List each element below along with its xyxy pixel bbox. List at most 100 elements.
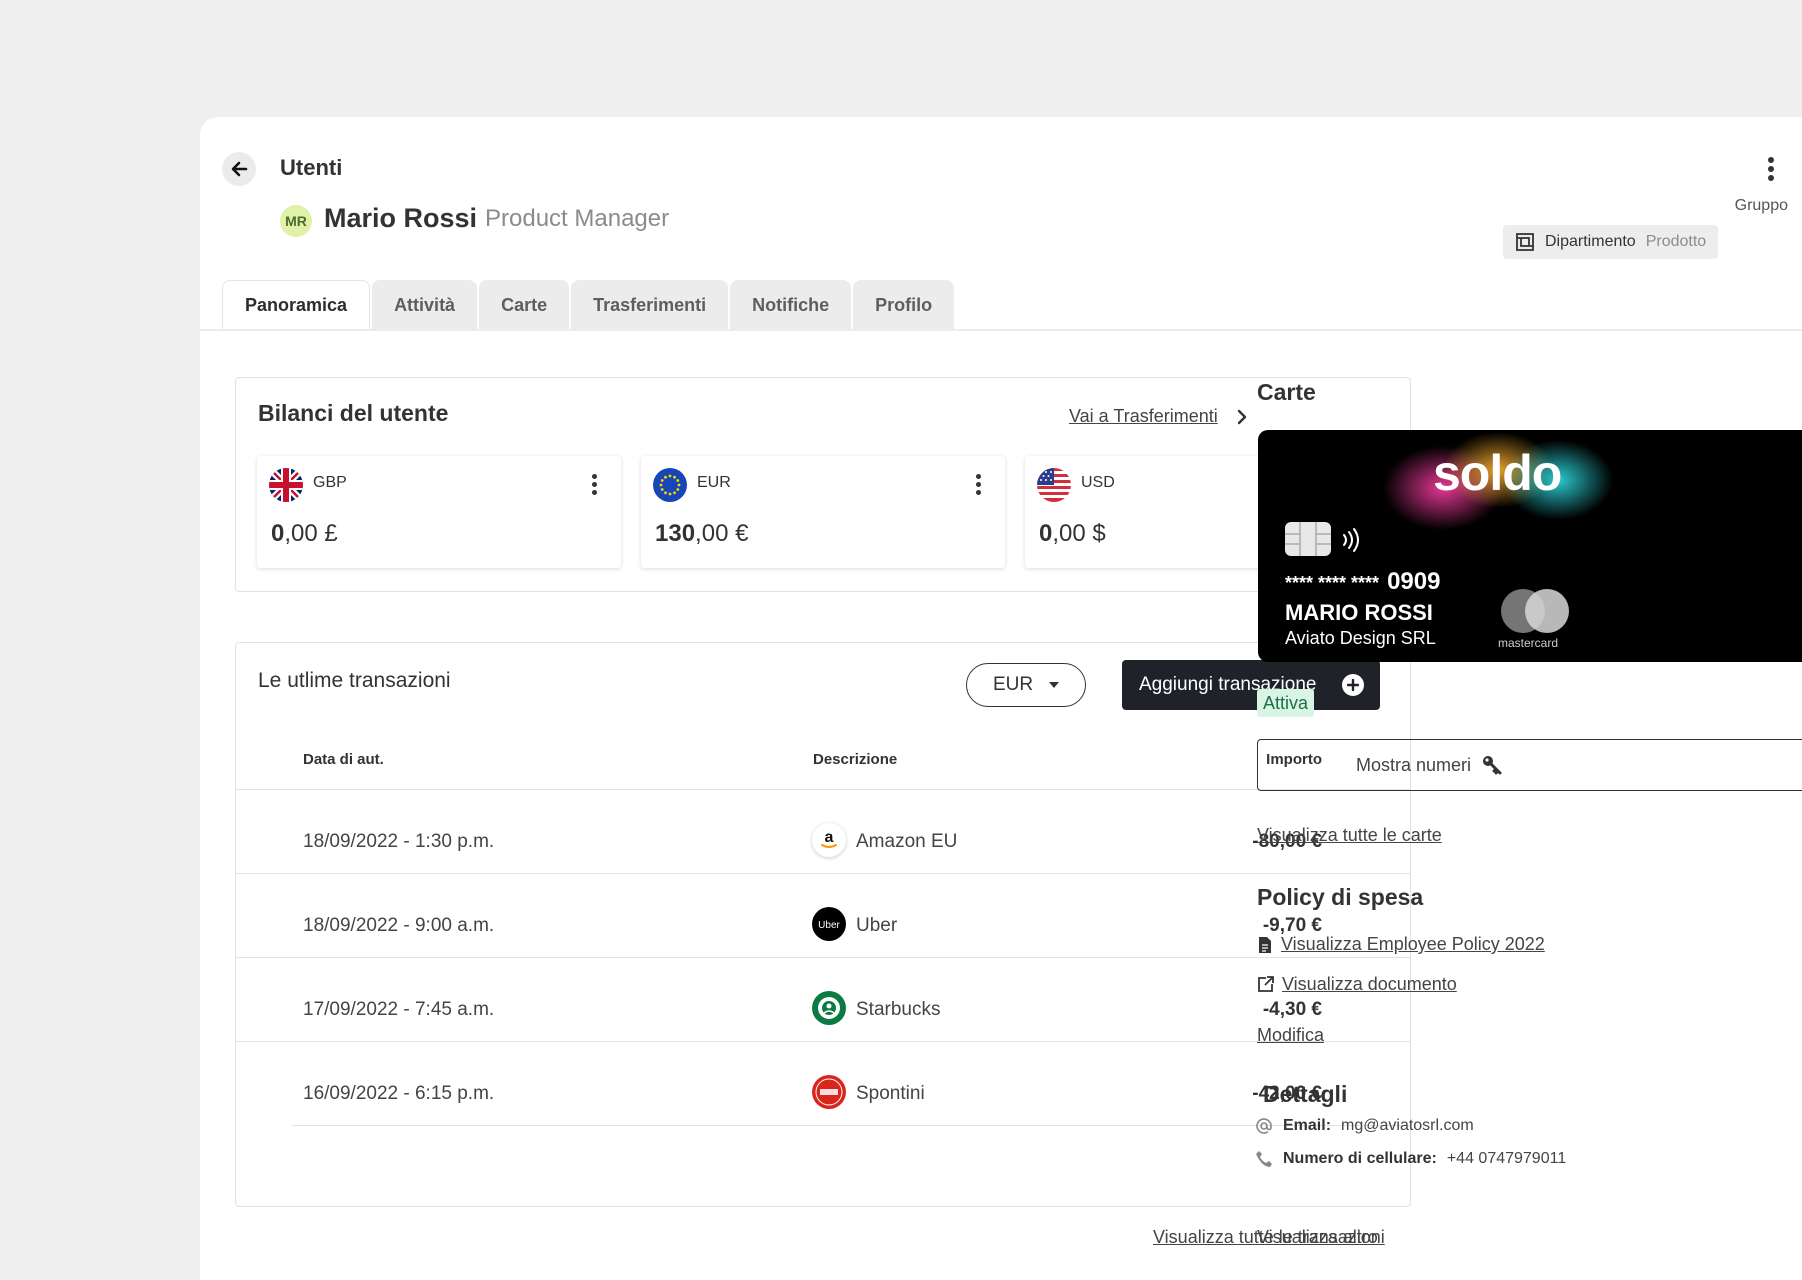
tab-bar: Panoramica Attività Carte Trasferimenti … xyxy=(222,280,955,330)
spontini-logo-icon xyxy=(812,1075,846,1109)
email-value[interactable]: mg@aviatosrl.com xyxy=(1341,1117,1474,1135)
tab-panoramica[interactable]: Panoramica xyxy=(222,280,371,330)
group-label: Gruppo xyxy=(1734,197,1788,214)
currency-code: USD xyxy=(1081,474,1115,491)
more-options-icon[interactable] xyxy=(1761,153,1781,185)
transaction-date: 18/09/2022 - 1:30 p.m. xyxy=(303,831,495,852)
svg-text:Uber: Uber xyxy=(818,920,840,931)
transaction-description: Spontini xyxy=(856,1083,925,1104)
card-number-masked: **** **** **** xyxy=(1285,573,1380,593)
balance-card-eur[interactable]: EUR 130,00 € xyxy=(641,456,1005,568)
mastercard-logo-icon xyxy=(1501,589,1569,633)
balance-amount-decimals: ,00 £ xyxy=(284,520,338,547)
breadcrumb[interactable]: Utenti xyxy=(280,155,342,181)
transaction-date: 17/09/2022 - 7:45 a.m. xyxy=(303,999,495,1020)
transaction-date: 16/09/2022 - 6:15 p.m. xyxy=(303,1083,495,1104)
card-number-last4: 0909 xyxy=(1387,568,1441,595)
show-numbers-button[interactable]: Mostra numeri xyxy=(1257,739,1802,791)
view-all-cards-link[interactable]: Visualizza tutte le carte xyxy=(1257,825,1442,846)
cards-title: Carte xyxy=(1257,379,1316,405)
balance-amount-whole: 0 xyxy=(271,520,285,547)
go-to-transfers-link[interactable]: Vai a Trasferimenti xyxy=(1069,406,1248,427)
avatar: MR xyxy=(280,205,312,237)
department-chip[interactable]: Dipartimento Prodotto xyxy=(1503,225,1719,259)
balance-amount-decimals: ,00 $ xyxy=(1052,520,1106,547)
row-divider xyxy=(236,1041,1410,1042)
more-options-icon[interactable] xyxy=(587,470,601,498)
transaction-description: Starbucks xyxy=(856,999,941,1020)
details-title: Dettagli xyxy=(1263,1081,1348,1107)
transactions-title: Le utlime transazioni xyxy=(258,669,451,692)
row-divider xyxy=(292,1125,1410,1126)
column-header-description[interactable]: Descrizione xyxy=(813,751,897,768)
us-flag-icon xyxy=(1037,468,1071,502)
tab-trasferimenti[interactable]: Trasferimenti xyxy=(571,280,729,330)
tab-carte[interactable]: Carte xyxy=(479,280,570,330)
caret-down-icon xyxy=(1049,682,1060,688)
arrow-left-icon xyxy=(231,161,248,177)
transaction-amount: -4,30 € xyxy=(1262,999,1322,1020)
transaction-description: Uber xyxy=(856,915,898,936)
employee-policy-label: Visualizza Employee Policy 2022 xyxy=(1281,934,1545,954)
balance-amount: 0,00 £ xyxy=(271,520,338,548)
column-header-date[interactable]: Data di aut. xyxy=(303,751,384,768)
currency-code: EUR xyxy=(697,474,731,491)
external-link-icon xyxy=(1258,976,1274,992)
amazon-logo-icon: a xyxy=(812,823,846,857)
header-divider xyxy=(236,789,1410,790)
payment-card[interactable]: soldo **** **** **** 0909 MARIO ROSSI Av… xyxy=(1258,430,1802,662)
back-button[interactable] xyxy=(222,152,256,186)
uber-logo-icon: Uber xyxy=(812,907,846,941)
contactless-icon xyxy=(1343,528,1359,552)
go-to-transfers-label: Vai a Trasferimenti xyxy=(1069,406,1218,426)
balances-title: Bilanci del utente xyxy=(258,400,449,426)
svg-text:a: a xyxy=(825,829,834,846)
balance-amount: 0,00 $ xyxy=(1039,520,1106,548)
department-name: Dipartimento xyxy=(1545,233,1636,250)
balance-amount-whole: 130 xyxy=(655,520,696,547)
tab-notifiche[interactable]: Notifiche xyxy=(730,280,852,330)
starbucks-logo-icon xyxy=(812,991,846,1025)
card-network-label: mastercard xyxy=(1498,636,1559,650)
chevron-right-icon xyxy=(1237,409,1246,424)
balances-section: Bilanci del utente Vai a Trasferimenti G… xyxy=(235,377,1411,592)
document-icon xyxy=(1259,936,1271,953)
employee-policy-link[interactable]: Visualizza Employee Policy 2022 xyxy=(1257,934,1545,955)
at-sign-icon xyxy=(1256,1118,1272,1134)
key-icon xyxy=(1483,756,1502,775)
eu-flag-icon xyxy=(653,468,687,502)
balance-card-gbp[interactable]: GBP 0,00 £ xyxy=(257,456,621,568)
user-name: Mario Rossi xyxy=(324,203,478,233)
view-document-label: Visualizza documento xyxy=(1282,974,1457,994)
transaction-date: 18/09/2022 - 9:00 a.m. xyxy=(303,915,495,936)
currency-select[interactable]: EUR xyxy=(966,663,1086,707)
user-detail-panel: Utenti MR Mario Rossi Product Manager Gr… xyxy=(200,117,1802,1280)
card-number: **** **** **** 0909 xyxy=(1285,568,1440,596)
email-detail: Email: mg@aviatosrl.com xyxy=(1255,1117,1474,1135)
currency-code: GBP xyxy=(313,474,347,491)
tab-profilo[interactable]: Profilo xyxy=(853,280,955,330)
edit-policy-link[interactable]: Modifica xyxy=(1257,1025,1324,1046)
view-document-link[interactable]: Visualizza documento xyxy=(1257,974,1457,995)
phone-detail: Numero di cellulare: +44 0747979011 xyxy=(1255,1150,1566,1168)
row-divider xyxy=(236,873,1410,874)
more-options-icon[interactable] xyxy=(971,470,985,498)
department-value: Prodotto xyxy=(1645,233,1707,250)
tab-attivita[interactable]: Attività xyxy=(372,280,478,330)
transaction-description: Amazon EU xyxy=(856,831,958,852)
phone-value[interactable]: +44 0747979011 xyxy=(1447,1150,1566,1168)
status-badge: Attiva xyxy=(1257,689,1315,717)
department-icon xyxy=(1516,233,1534,251)
view-more-link[interactable]: Visualizza altro xyxy=(1257,1227,1378,1248)
plus-circle-icon xyxy=(1342,674,1364,696)
show-numbers-label: Mostra numeri xyxy=(1356,754,1472,775)
add-transaction-button[interactable]: Aggiungi transazione xyxy=(1122,660,1380,710)
policy-title: Policy di spesa xyxy=(1257,884,1424,910)
balance-amount-whole: 0 xyxy=(1039,520,1053,547)
phone-icon xyxy=(1256,1151,1272,1167)
chip-icon xyxy=(1285,522,1331,556)
email-label: Email: xyxy=(1283,1117,1332,1134)
currency-select-value: EUR xyxy=(992,674,1034,695)
tab-divider xyxy=(200,329,1802,331)
card-holder: MARIO ROSSI xyxy=(1285,600,1433,625)
